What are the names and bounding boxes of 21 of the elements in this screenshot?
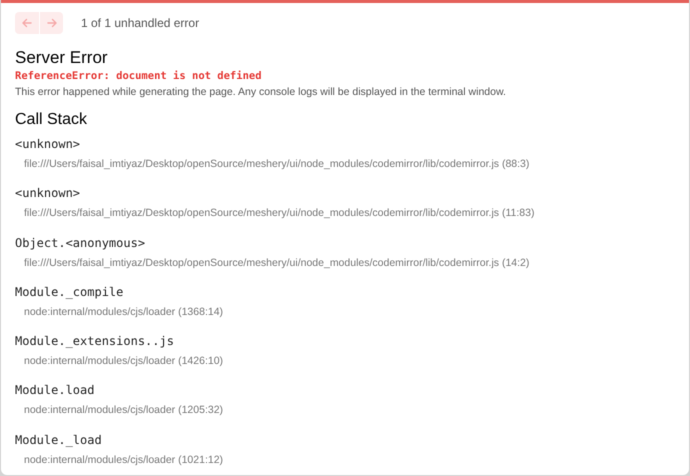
arrow-right-icon: [46, 17, 58, 29]
stack-frame-function: Object.<anonymous>: [15, 234, 146, 252]
stack-frame-location: file:///Users/faisal_imtiyaz/Desktop/openSource/meshery/ui/node_modules/codemirror/lib/codemirror.js (11:83): [23, 206, 536, 222]
stack-frame-location: node:internal/modules/cjs/loader (1205:32): [23, 403, 224, 418]
stack-frame-location: node:internal/modules/cjs/loader (1021:12): [23, 452, 224, 468]
call-stack-heading: Call Stack: [15, 110, 88, 130]
stack-frame-function: Module._extensions..js: [15, 333, 175, 350]
stack-frame-location: file:///Users/faisal_imtiyaz/Desktop/openSource/meshery/ui/node_modules/codemirror/lib/codemirror.js (88:3): [23, 157, 530, 172]
error-description: This error happened while generating the page. Any console logs will be displayed in the terminal window.: [15, 85, 507, 100]
error-title: Server Error: [15, 47, 109, 69]
stack-frame-function: Module._load: [15, 432, 103, 449]
stack-frame-function: <unknown>: [15, 185, 82, 202]
stack-frame-location: node:internal/modules/cjs/loader (1368:14): [23, 304, 224, 320]
error-counter: 1 of 1 unhandled error: [81, 15, 200, 32]
stack-frame-function: Module._compile: [15, 284, 124, 301]
arrow-left-icon: [21, 17, 33, 29]
error-message: ReferenceError: document is not defined: [15, 69, 263, 84]
stack-frame-function: Module.load: [15, 382, 96, 400]
stack-frame-location: node:internal/modules/cjs/loader (1426:10): [23, 354, 224, 370]
stack-frame-location: file:///Users/faisal_imtiyaz/Desktop/openSource/meshery/ui/node_modules/codemirror/lib/codemirror.js (14:2): [23, 256, 530, 271]
stack-frame-function: <unknown>: [15, 136, 82, 153]
